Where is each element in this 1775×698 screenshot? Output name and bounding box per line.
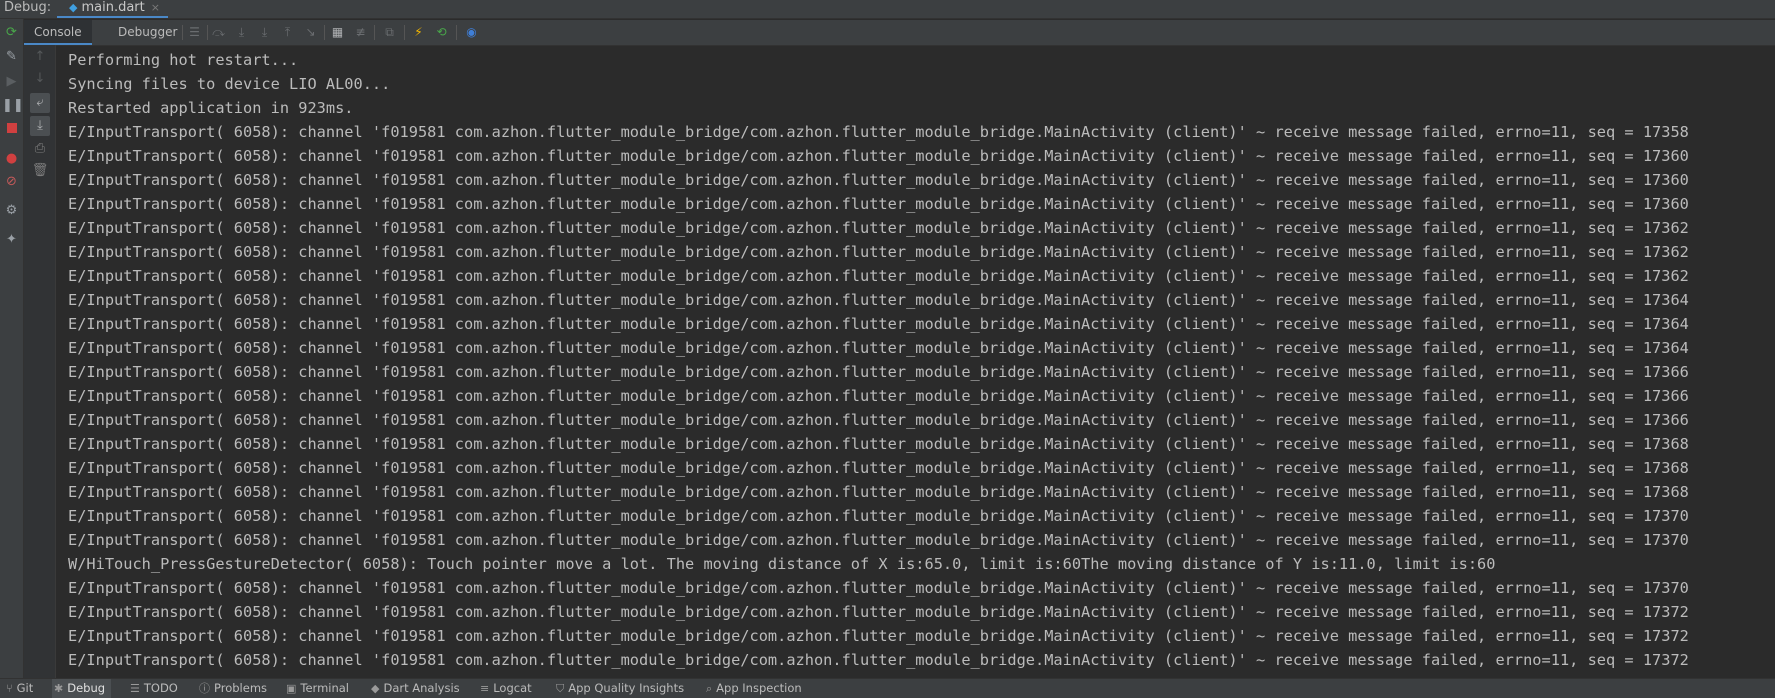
console-line: E/InputTransport( 6058): channel 'f01958… [68, 291, 1689, 309]
toolbar-separator [404, 25, 405, 40]
console-line: E/InputTransport( 6058): channel 'f01958… [68, 147, 1689, 165]
console-line: E/InputTransport( 6058): channel 'f01958… [68, 387, 1689, 405]
mute-breakpoints-icon[interactable]: ⊘ [2, 172, 21, 191]
resume-icon[interactable]: ▶ [2, 72, 21, 91]
pin-icon[interactable]: ✦ [2, 230, 21, 249]
print-icon[interactable]: ⎙ [30, 139, 50, 159]
tab-label: main.dart [81, 0, 145, 15]
soft-wrap-icon[interactable]: ⤶ [30, 93, 50, 113]
bottom-tab-app-quality-insights[interactable]: ⛉ App Quality Insights [554, 679, 684, 698]
dart-file-icon: ◆ [69, 1, 78, 14]
stop-icon[interactable] [2, 119, 21, 138]
console-line: E/InputTransport( 6058): channel 'f01958… [68, 267, 1689, 285]
restore-layout-icon[interactable]: ⧉ [381, 24, 398, 41]
toolbar-separator [374, 25, 375, 40]
bottom-tab-terminal[interactable]: ▣ Terminal [284, 679, 349, 698]
hot-reload-icon[interactable]: ⚡ [410, 24, 427, 41]
console-line: E/InputTransport( 6058): channel 'f01958… [68, 603, 1689, 621]
debug-side-toolbar: ⟳ ✎ ▶ ❚❚ ● ⊘ ⚙ ✦ [0, 19, 24, 678]
inspect-icon: ⌕ [706, 682, 713, 695]
bottom-tab-todo[interactable]: ☰ TODO [128, 679, 178, 698]
hot-restart-icon[interactable]: ⟲ [433, 24, 450, 41]
debug-label: Debug: [4, 0, 52, 15]
step-over-icon[interactable]: ⤼ [210, 24, 227, 41]
tab-debugger[interactable]: Debugger [108, 20, 187, 45]
terminal-icon: ▣ [286, 682, 297, 695]
bottom-tab-logcat[interactable]: ≡ Logcat [478, 679, 532, 698]
toolbar-separator [207, 25, 208, 40]
console-line: E/InputTransport( 6058): channel 'f01958… [68, 435, 1689, 453]
console-line: E/InputTransport( 6058): channel 'f01958… [68, 483, 1689, 501]
console-line: E/InputTransport( 6058): channel 'f01958… [68, 195, 1689, 213]
console-line: W/HiTouch_PressGestureDetector( 6058): T… [68, 555, 1496, 573]
debug-title-bar: Debug: ◆ main.dart × [0, 0, 1775, 19]
up-arrow-icon[interactable]: ↑ [30, 47, 50, 67]
bottom-tab-problems[interactable]: ⓘ Problems [197, 679, 267, 698]
rerun-icon[interactable]: ⟳ [2, 23, 21, 42]
console-line: E/InputTransport( 6058): channel 'f01958… [68, 363, 1689, 381]
debug-toolbar: Console Debugger ☰ ⤼ ⤓ ⤓ ⤒ ↘ ▦ ≢ ⧉ ⚡ ⟲ ◉ [24, 20, 1775, 46]
console-output[interactable]: Performing hot restart... Syncing files t… [68, 48, 1768, 678]
toolbar-separator [182, 25, 183, 40]
console-line: E/InputTransport( 6058): channel 'f01958… [68, 459, 1689, 477]
scroll-to-end-icon[interactable]: ⤓ [30, 116, 50, 136]
list-icon: ☰ [130, 682, 140, 695]
bug-icon: ✱ [54, 682, 64, 695]
tab-main-dart[interactable]: ◆ main.dart × [57, 0, 168, 18]
pause-icon[interactable]: ❚❚ [2, 96, 24, 115]
tab-console[interactable]: Console [24, 20, 92, 45]
logcat-icon: ≡ [480, 682, 490, 695]
git-branch-icon: ⑂ [6, 682, 13, 695]
step-out-icon[interactable]: ⤒ [279, 24, 296, 41]
toolbar-separator [456, 25, 457, 40]
console-line: E/InputTransport( 6058): channel 'f01958… [68, 315, 1689, 333]
console-line: E/InputTransport( 6058): channel 'f01958… [68, 507, 1689, 525]
console-line: E/InputTransport( 6058): channel 'f01958… [68, 531, 1689, 549]
console-gutter: ↑ ↓ ⤶ ⤓ ⎙ 🗑 [24, 45, 56, 678]
trace-icon[interactable]: ≢ [352, 24, 369, 41]
console-line: E/InputTransport( 6058): channel 'f01958… [68, 339, 1689, 357]
console-line: E/InputTransport( 6058): channel 'f01958… [68, 627, 1689, 645]
console-line: Restarted application in 923ms. [68, 99, 354, 117]
console-line: Syncing files to device LIO AL00... [68, 75, 391, 93]
run-to-cursor-icon[interactable]: ↘ [302, 24, 319, 41]
toolbar-separator [324, 25, 325, 40]
force-step-into-icon[interactable]: ⤓ [256, 24, 273, 41]
console-line: E/InputTransport( 6058): channel 'f01958… [68, 579, 1689, 597]
down-arrow-icon[interactable]: ↓ [30, 69, 50, 89]
console-line: E/InputTransport( 6058): channel 'f01958… [68, 651, 1689, 669]
bottom-tab-debug[interactable]: ✱ Debug [52, 679, 112, 698]
devtools-icon[interactable]: ◉ [463, 24, 480, 41]
console-line: E/InputTransport( 6058): channel 'f01958… [68, 243, 1689, 261]
trash-icon[interactable]: 🗑 [30, 161, 50, 181]
info-icon: ⓘ [199, 682, 210, 695]
list-icon[interactable]: ☰ [186, 24, 203, 41]
close-tab-icon[interactable]: × [151, 1, 160, 14]
console-line: Performing hot restart... [68, 51, 299, 69]
shield-icon: ⛉ [556, 682, 565, 695]
step-into-icon[interactable]: ⤓ [233, 24, 250, 41]
bottom-tab-app-inspection[interactable]: ⌕ App Inspection [704, 679, 802, 698]
evaluate-icon[interactable]: ▦ [329, 24, 346, 41]
settings-icon[interactable]: ⚙ [2, 201, 21, 220]
bottom-tab-dart-analysis[interactable]: ◆ Dart Analysis [369, 679, 460, 698]
dart-icon: ◆ [371, 682, 380, 695]
console-line: E/InputTransport( 6058): channel 'f01958… [68, 219, 1689, 237]
console-line: E/InputTransport( 6058): channel 'f01958… [68, 171, 1689, 189]
view-breakpoints-icon[interactable]: ● [2, 149, 21, 168]
tool-window-bar: ⑂ Git ✱ Debug ☰ TODO ⓘ Problems ▣ Terminal ◆ D… [0, 678, 1775, 698]
console-line: E/InputTransport( 6058): channel 'f01958… [68, 411, 1689, 429]
console-line: E/InputTransport( 6058): channel 'f01958… [68, 123, 1689, 141]
wrench-icon[interactable]: ✎ [2, 47, 21, 66]
bottom-tab-git[interactable]: ⑂ Git [4, 679, 33, 698]
